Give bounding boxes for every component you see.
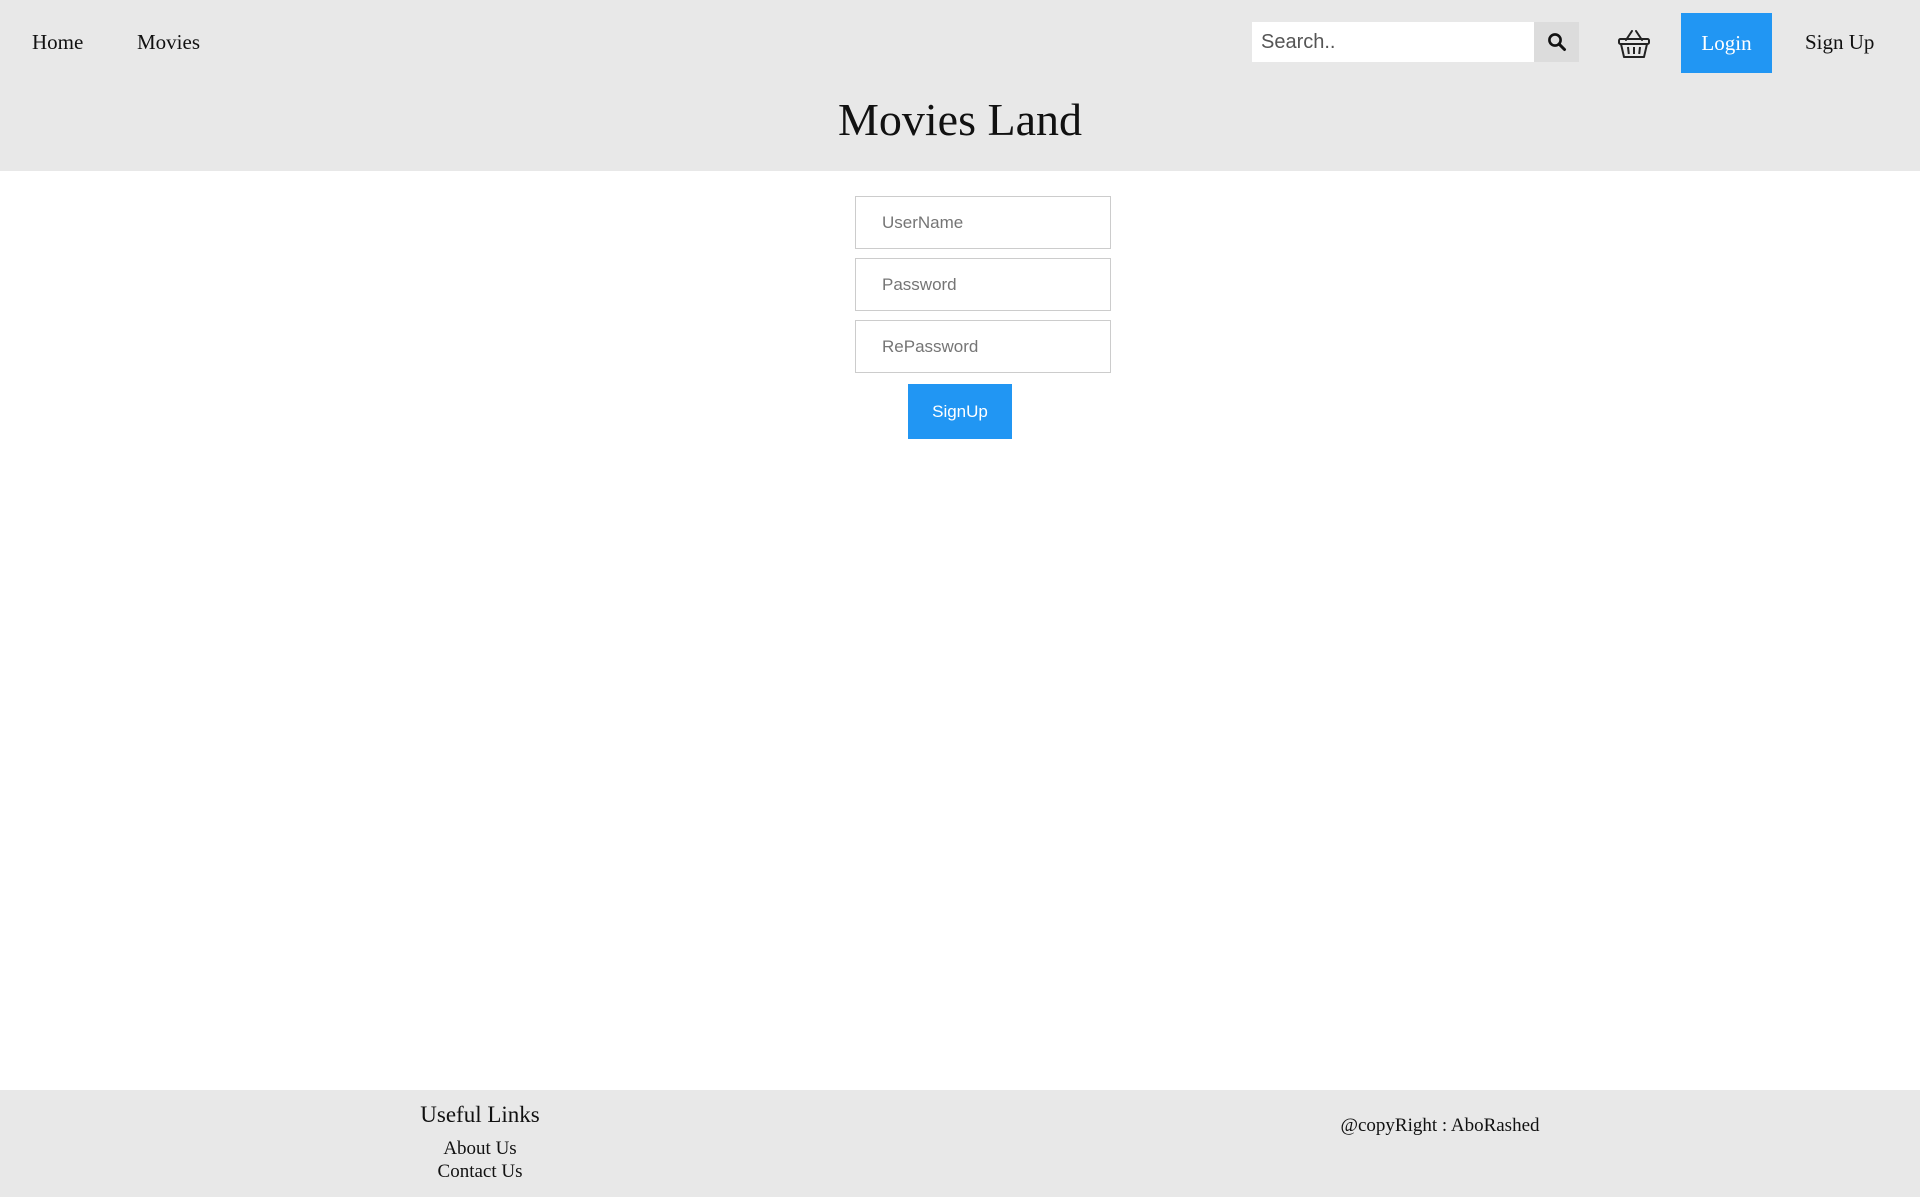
page-title: Movies Land	[837, 94, 1082, 145]
footer-heading: Useful Links	[420, 1102, 540, 1127]
signup-form: SignUp	[855, 196, 1111, 439]
nav-home-link[interactable]: Home	[32, 28, 83, 56]
search-input[interactable]	[1252, 22, 1534, 62]
nav-movies-link[interactable]: Movies	[137, 28, 200, 56]
copyright-text: @copyRight : AboRashed	[1340, 1115, 1540, 1136]
login-button[interactable]: Login	[1681, 13, 1772, 73]
signup-link[interactable]: Sign Up	[1805, 28, 1874, 56]
contact-us-link[interactable]: Contact Us	[380, 1160, 580, 1183]
signup-submit-button[interactable]: SignUp	[908, 384, 1012, 439]
search-icon	[1547, 33, 1566, 51]
username-field[interactable]	[855, 196, 1111, 249]
password-field[interactable]	[855, 258, 1111, 311]
repassword-field[interactable]	[855, 320, 1111, 373]
useful-links: Useful Links About Us Contact Us	[380, 1100, 580, 1183]
site-footer: Useful Links About Us Contact Us @copyRi…	[0, 1090, 1920, 1197]
search-button[interactable]	[1534, 22, 1579, 62]
about-us-link[interactable]: About Us	[380, 1137, 580, 1160]
site-header: Home Movies Login Sign Up Movies Land	[0, 0, 1920, 171]
basket-icon[interactable]	[1617, 27, 1651, 61]
search-bar	[1252, 22, 1579, 62]
